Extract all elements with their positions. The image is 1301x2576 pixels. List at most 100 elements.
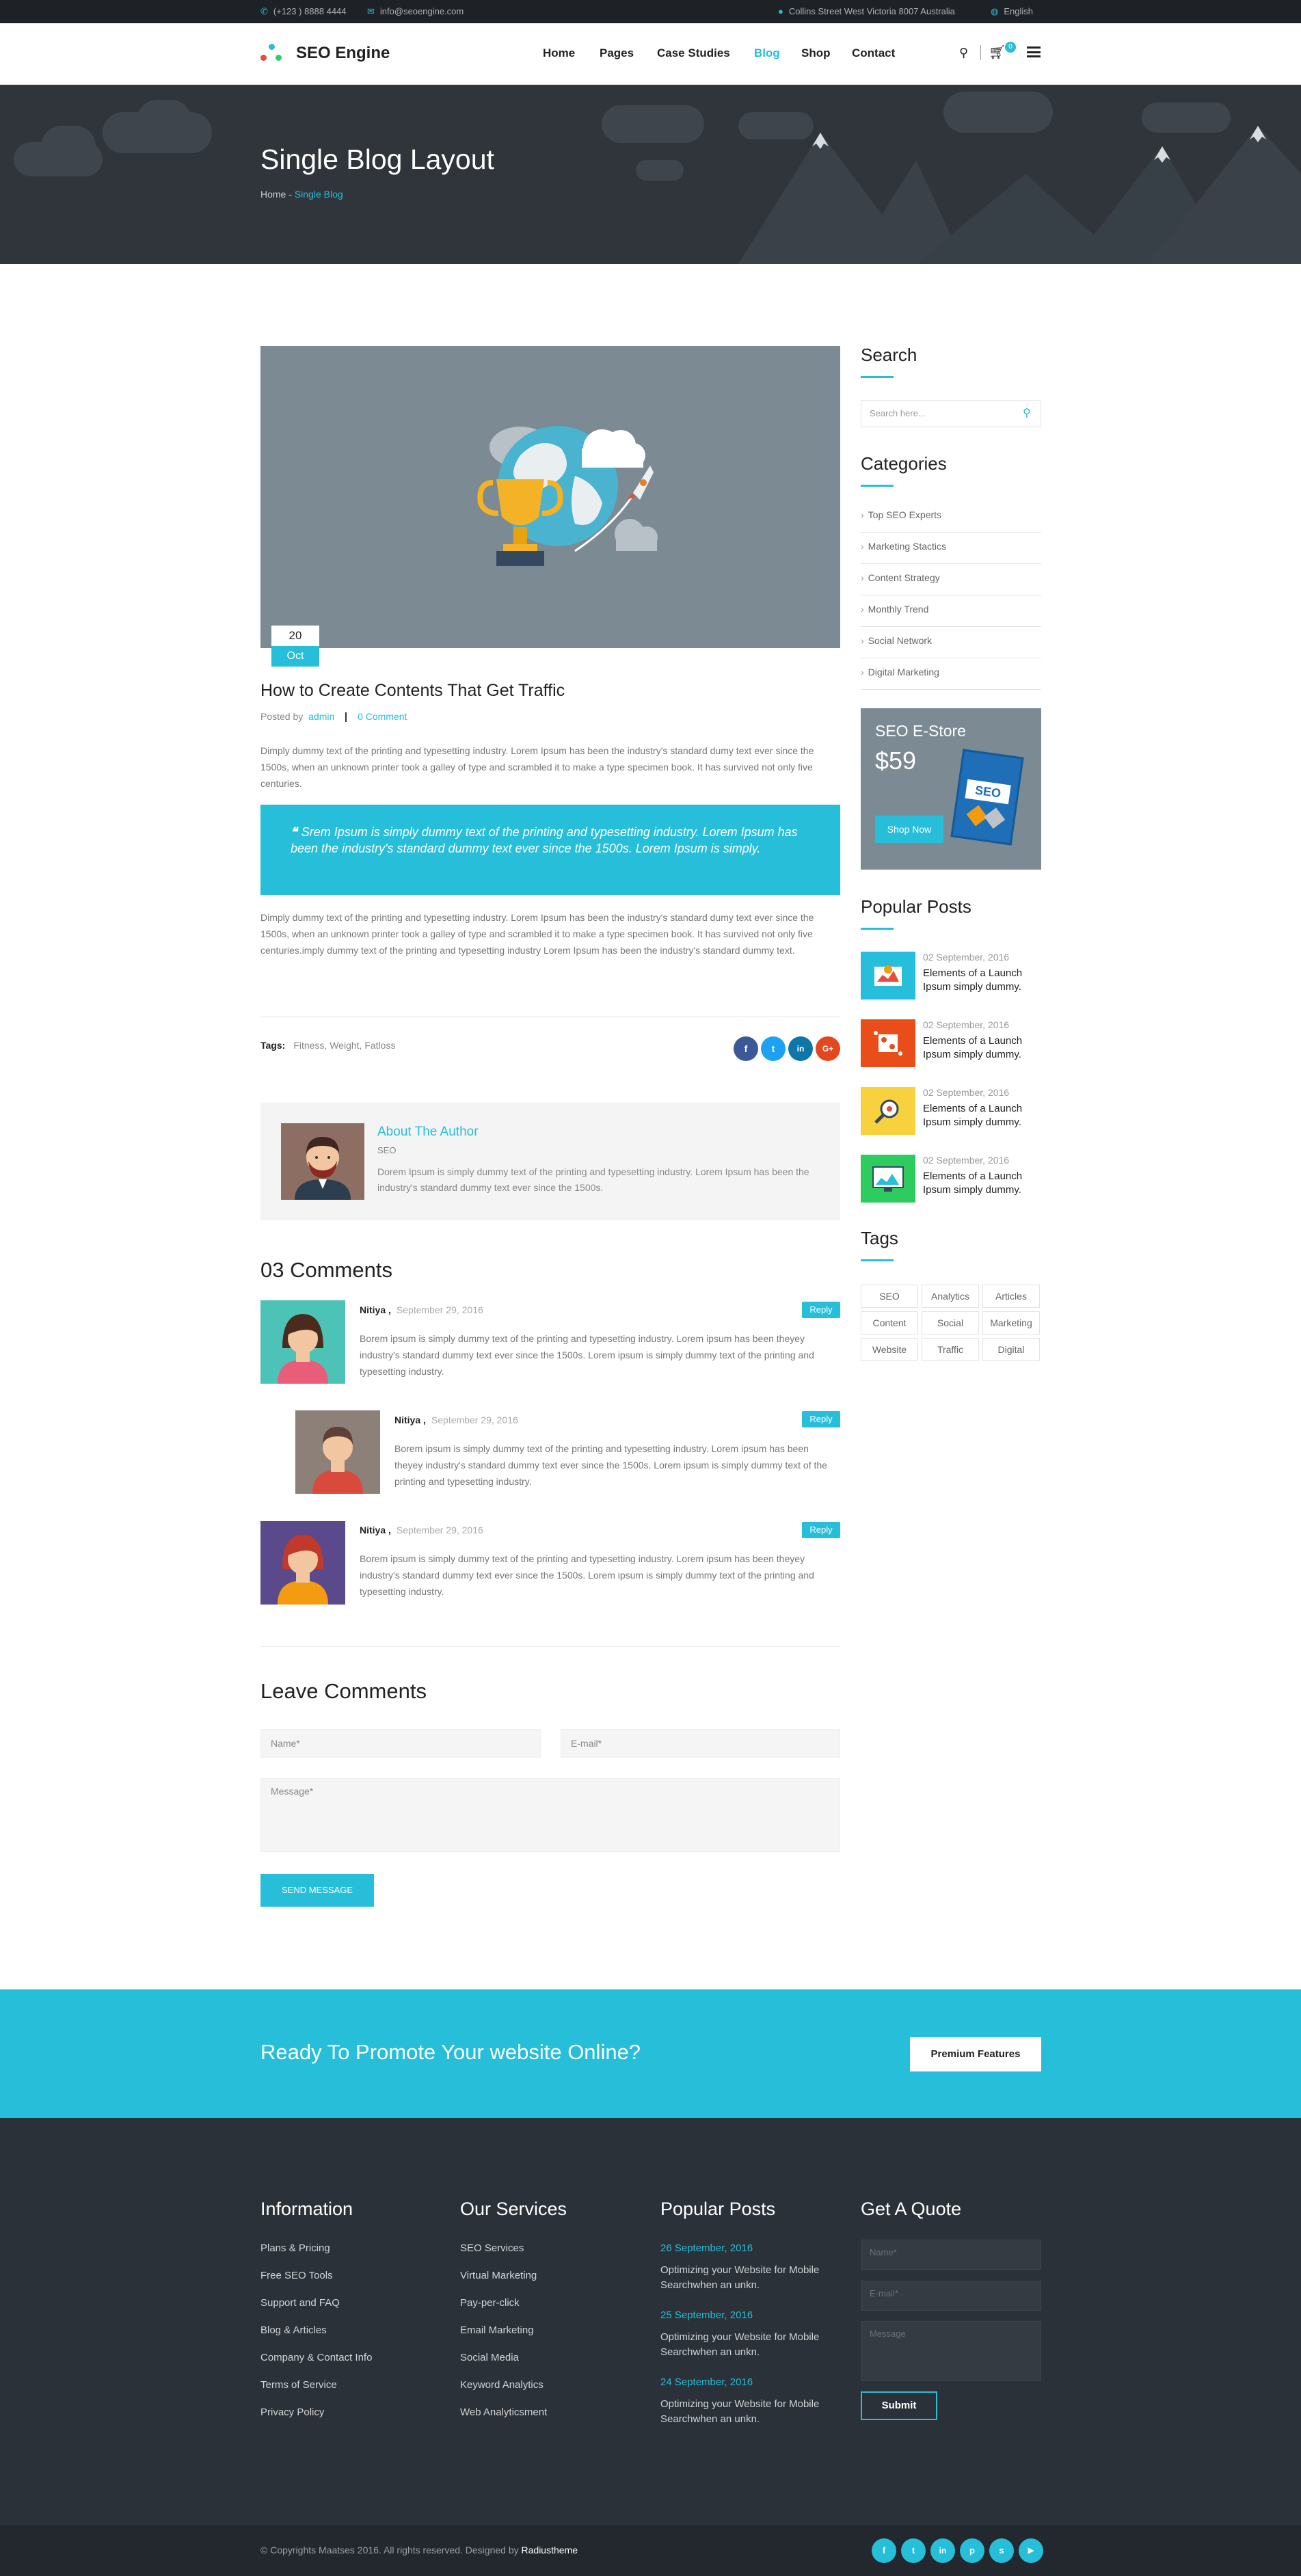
quote-name-input[interactable]: Name*	[861, 2240, 1041, 2270]
menu-icon[interactable]	[1027, 46, 1041, 57]
search-icon[interactable]: ⚲	[1023, 406, 1031, 420]
footer-service-link[interactable]: Virtual Marketing	[460, 2270, 537, 2281]
nav-case-studies[interactable]: Case Studies	[657, 46, 730, 60]
popular-post-thumb[interactable]	[861, 952, 915, 999]
popular-post-title[interactable]: Elements of a Launch Ipsum simply dummy.	[923, 1034, 1043, 1062]
category-item[interactable]: › Content Strategy	[861, 564, 1041, 595]
footer-info-link[interactable]: Terms of Service	[260, 2379, 337, 2391]
popular-post-date: 02 September, 2016	[923, 1019, 1010, 1030]
reply-button[interactable]: Reply	[802, 1522, 840, 1538]
tag-chip[interactable]: Social	[922, 1311, 979, 1334]
breadcrumb-home[interactable]: Home	[260, 189, 286, 200]
nav-blog[interactable]: Blog	[754, 46, 780, 60]
tag-chip[interactable]: Articles	[982, 1285, 1040, 1308]
page-title: Single Blog Layout	[260, 144, 494, 175]
sidebar-search-input[interactable]: Search here...	[870, 408, 926, 418]
tag-chip[interactable]: SEO	[861, 1285, 918, 1308]
post-author-link[interactable]: admin	[308, 711, 334, 722]
reply-button[interactable]: Reply	[802, 1411, 840, 1427]
category-label[interactable]: Monthly Trend	[868, 604, 929, 615]
category-label[interactable]: Digital Marketing	[868, 667, 939, 677]
popular-post-item[interactable]: 02 September, 2016 Elements of a Launch …	[861, 1019, 1041, 1067]
brand-name[interactable]: SEO Engine	[296, 44, 390, 63]
pinterest-icon[interactable]: p	[960, 2538, 984, 2563]
popular-post-item[interactable]: 02 September, 2016 Elements of a Launch …	[861, 1155, 1041, 1203]
popular-post-title[interactable]: Elements of a Launch Ipsum simply dummy.	[923, 1170, 1043, 1197]
tag-chip[interactable]: Traffic	[922, 1338, 979, 1361]
category-item[interactable]: › Monthly Trend	[861, 595, 1041, 627]
sidebar-search-box[interactable]: Search here... ⚲	[861, 400, 1041, 427]
nav-shop[interactable]: Shop	[801, 46, 831, 60]
footer-info-link[interactable]: Plans & Pricing	[260, 2242, 330, 2254]
popular-post-thumb[interactable]	[861, 1087, 915, 1135]
language-text[interactable]: English	[1004, 6, 1033, 16]
footer-service-link[interactable]: Pay-per-click	[460, 2297, 520, 2309]
linkedin-icon[interactable]: in	[930, 2538, 955, 2563]
footer-info-link[interactable]: Free SEO Tools	[260, 2270, 333, 2281]
category-item[interactable]: › Marketing Stactics	[861, 533, 1041, 564]
share-linkedin-icon[interactable]: in	[788, 1036, 813, 1061]
comment-email-input[interactable]: E-mail*	[561, 1729, 840, 1758]
premium-features-button[interactable]: Premium Features	[910, 2037, 1041, 2071]
share-twitter-icon[interactable]: t	[761, 1036, 786, 1061]
footer-info-link[interactable]: Blog & Articles	[260, 2324, 327, 2336]
twitter-icon[interactable]: t	[901, 2538, 926, 2563]
quote-submit-button[interactable]: Submit	[861, 2391, 937, 2420]
skype-icon[interactable]: s	[989, 2538, 1014, 2563]
youtube-icon[interactable]: ▶	[1019, 2538, 1043, 2563]
footer-info-link[interactable]: Company & Contact Info	[260, 2352, 372, 2363]
facebook-icon[interactable]: f	[872, 2538, 896, 2563]
post-date-month: Oct	[271, 646, 319, 667]
popular-post-item[interactable]: 02 September, 2016 Elements of a Launch …	[861, 1087, 1041, 1135]
logo-icon[interactable]	[260, 44, 288, 64]
email-info[interactable]: ✉ info@seoengine.com	[367, 6, 464, 17]
category-item[interactable]: › Digital Marketing	[861, 658, 1041, 690]
send-message-button[interactable]: SEND MESSAGE	[260, 1874, 374, 1907]
popular-post-thumb[interactable]	[861, 1019, 915, 1067]
share-google-plus-icon[interactable]: G+	[816, 1036, 840, 1061]
footer-info-link[interactable]: Support and FAQ	[260, 2297, 340, 2309]
post-comments-link[interactable]: 0 Comment	[358, 711, 407, 722]
email-text[interactable]: info@seoengine.com	[380, 6, 464, 16]
popular-post-title[interactable]: Elements of a Launch Ipsum simply dummy.	[923, 1102, 1043, 1129]
popular-post-item[interactable]: 02 September, 2016 Elements of a Launch …	[861, 952, 1041, 999]
footer-service-link[interactable]: SEO Services	[460, 2242, 524, 2254]
footer-post-title[interactable]: Optimizing your Website for Mobile Searc…	[660, 2397, 845, 2427]
comment-message-input[interactable]: Message*	[260, 1778, 840, 1852]
shop-now-button[interactable]: Shop Now	[875, 816, 943, 843]
designer-link[interactable]: Radiustheme	[522, 2545, 578, 2555]
footer-post-title[interactable]: Optimizing your Website for Mobile Searc…	[660, 2263, 845, 2293]
popular-post-thumb[interactable]	[861, 1155, 915, 1203]
search-icon[interactable]: ⚲	[959, 46, 968, 60]
quote-email-input[interactable]: E-mail*	[861, 2281, 1041, 2311]
tag-chip[interactable]: Marketing	[982, 1311, 1040, 1334]
footer-service-link[interactable]: Web Analyticsment	[460, 2406, 547, 2418]
category-label[interactable]: Marketing Stactics	[868, 541, 946, 552]
tag-chip[interactable]: Website	[861, 1338, 918, 1361]
language-selector[interactable]: ◍ English	[991, 6, 1033, 17]
category-label[interactable]: Social Network	[868, 635, 932, 646]
category-label[interactable]: Content Strategy	[868, 572, 940, 583]
share-facebook-icon[interactable]: f	[734, 1036, 758, 1061]
cart-icon[interactable]: 🛒︎	[989, 44, 1006, 61]
quote-message-input[interactable]: Message	[861, 2321, 1041, 2381]
footer-service-link[interactable]: Email Marketing	[460, 2324, 534, 2336]
popular-post-title[interactable]: Elements of a Launch Ipsum simply dummy.	[923, 967, 1043, 994]
footer-post-title[interactable]: Optimizing your Website for Mobile Searc…	[660, 2330, 845, 2360]
comment-name-input[interactable]: Name*	[260, 1729, 541, 1758]
nav-home[interactable]: Home	[543, 46, 575, 60]
reply-button[interactable]: Reply	[802, 1302, 840, 1318]
footer-info-link[interactable]: Privacy Policy	[260, 2406, 324, 2418]
tag-chip[interactable]: Analytics	[922, 1285, 979, 1308]
nav-contact[interactable]: Contact	[852, 46, 895, 60]
posted-by-label: Posted by	[260, 711, 304, 722]
nav-pages[interactable]: Pages	[600, 46, 634, 60]
tags-list[interactable]: Fitness, Weight, Fatloss	[293, 1040, 395, 1051]
category-item[interactable]: › Social Network	[861, 627, 1041, 658]
category-label[interactable]: Top SEO Experts	[868, 509, 941, 520]
tag-chip[interactable]: Digital	[982, 1338, 1040, 1361]
tag-chip[interactable]: Content	[861, 1311, 918, 1334]
footer-service-link[interactable]: Keyword Analytics	[460, 2379, 544, 2391]
footer-service-link[interactable]: Social Media	[460, 2352, 519, 2363]
category-item[interactable]: › Top SEO Experts	[861, 501, 1041, 533]
